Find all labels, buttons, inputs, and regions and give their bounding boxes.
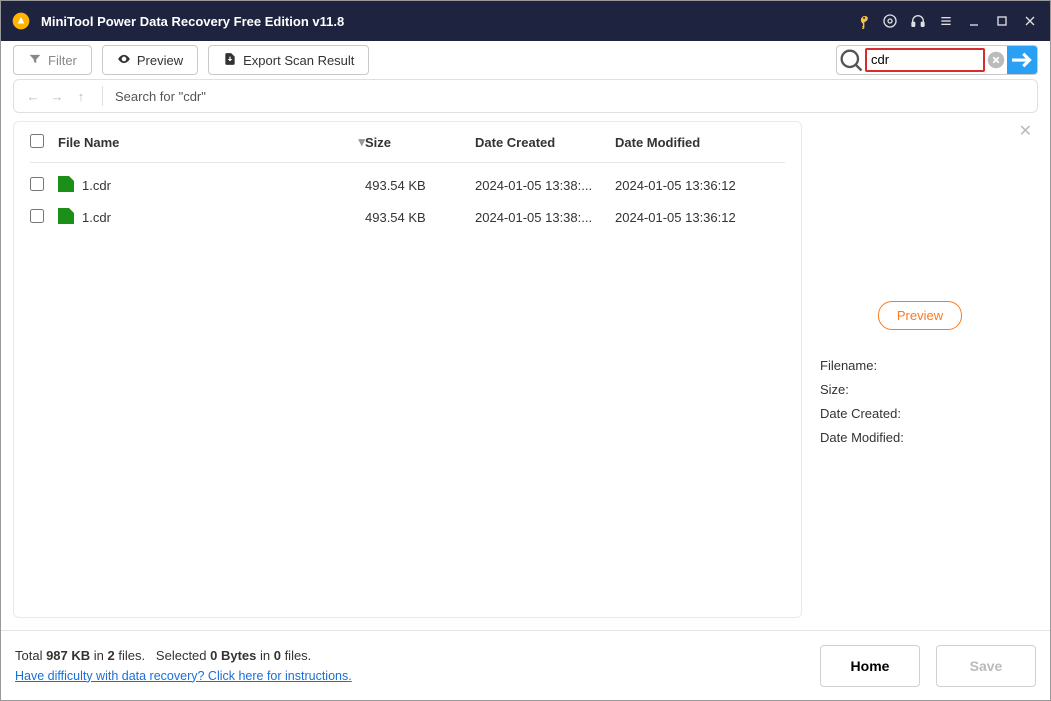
preview-action-button[interactable]: Preview	[878, 301, 962, 330]
col-modified-label[interactable]: Date Modified	[615, 135, 700, 150]
file-modified: 2024-01-05 13:36:12	[615, 178, 785, 193]
app-window: MiniTool Power Data Recovery Free Editio…	[0, 0, 1051, 701]
file-created: 2024-01-05 13:38:...	[475, 210, 615, 225]
headphones-icon[interactable]	[904, 7, 932, 35]
app-logo-icon	[11, 11, 31, 31]
nav-up-icon[interactable]: ↑	[72, 89, 90, 104]
search-highlight	[865, 48, 985, 72]
breadcrumb: ← → ↑ Search for "cdr"	[13, 79, 1038, 113]
app-title: MiniTool Power Data Recovery Free Editio…	[41, 14, 344, 29]
table-row[interactable]: 1.cdr493.54 KB2024-01-05 13:38:...2024-0…	[30, 201, 785, 233]
file-created: 2024-01-05 13:38:...	[475, 178, 615, 193]
file-modified: 2024-01-05 13:36:12	[615, 210, 785, 225]
close-preview-icon[interactable]: ✕	[1019, 121, 1032, 141]
help-link[interactable]: Have difficulty with data recovery? Clic…	[15, 669, 352, 683]
key-icon[interactable]	[848, 7, 876, 35]
filter-button[interactable]: Filter	[13, 45, 92, 75]
table-row[interactable]: 1.cdr493.54 KB2024-01-05 13:38:...2024-0…	[30, 169, 785, 201]
file-list: File Name ▾ Size Date Created Date Modif…	[13, 121, 802, 618]
meta-filename-label: Filename:	[820, 354, 1026, 378]
menu-icon[interactable]	[932, 7, 960, 35]
row-checkbox[interactable]	[30, 209, 44, 223]
file-icon	[58, 176, 74, 192]
meta-created-label: Date Created:	[820, 402, 1026, 426]
footer: Total 987 KB in 2 files. Selected 0 Byte…	[1, 630, 1050, 700]
row-checkbox[interactable]	[30, 177, 44, 191]
breadcrumb-text: Search for "cdr"	[115, 89, 206, 104]
export-label: Export Scan Result	[243, 53, 354, 68]
disc-icon[interactable]	[876, 7, 904, 35]
meta-modified-label: Date Modified:	[820, 426, 1026, 450]
eye-icon	[117, 52, 131, 69]
funnel-icon	[28, 52, 42, 69]
select-all-checkbox[interactable]	[30, 134, 44, 148]
search-icon	[837, 46, 865, 74]
file-size: 493.54 KB	[365, 178, 475, 193]
nav-back-icon[interactable]: ←	[24, 89, 42, 104]
minimize-icon[interactable]	[960, 7, 988, 35]
toolbar: Filter Preview Export Scan Result	[1, 41, 1050, 79]
titlebar: MiniTool Power Data Recovery Free Editio…	[1, 1, 1050, 41]
search-input[interactable]	[871, 52, 979, 67]
nav-forward-icon[interactable]: →	[48, 89, 66, 104]
clear-search-icon[interactable]	[985, 49, 1007, 71]
main-area: File Name ▾ Size Date Created Date Modif…	[1, 121, 1050, 630]
search-box	[836, 45, 1038, 75]
export-button[interactable]: Export Scan Result	[208, 45, 369, 75]
file-name: 1.cdr	[78, 210, 365, 225]
preview-label: Preview	[137, 53, 183, 68]
column-headers: File Name ▾ Size Date Created Date Modif…	[14, 122, 801, 162]
preview-button[interactable]: Preview	[102, 45, 198, 75]
home-button[interactable]: Home	[820, 645, 920, 687]
col-size-label[interactable]: Size	[365, 135, 391, 150]
meta-size-label: Size:	[820, 378, 1026, 402]
file-size: 493.54 KB	[365, 210, 475, 225]
export-icon	[223, 52, 237, 69]
preview-pane: ✕ Preview Filename: Size: Date Created: …	[802, 121, 1038, 618]
file-icon	[58, 208, 74, 224]
file-name: 1.cdr	[78, 178, 365, 193]
save-button[interactable]: Save	[936, 645, 1036, 687]
stats-line: Total 987 KB in 2 files. Selected 0 Byte…	[15, 646, 352, 666]
col-created-label[interactable]: Date Created	[475, 135, 555, 150]
col-name-label[interactable]: File Name	[58, 135, 119, 150]
close-icon[interactable]	[1016, 7, 1044, 35]
filter-label: Filter	[48, 53, 77, 68]
maximize-icon[interactable]	[988, 7, 1016, 35]
search-go-button[interactable]	[1007, 45, 1037, 75]
